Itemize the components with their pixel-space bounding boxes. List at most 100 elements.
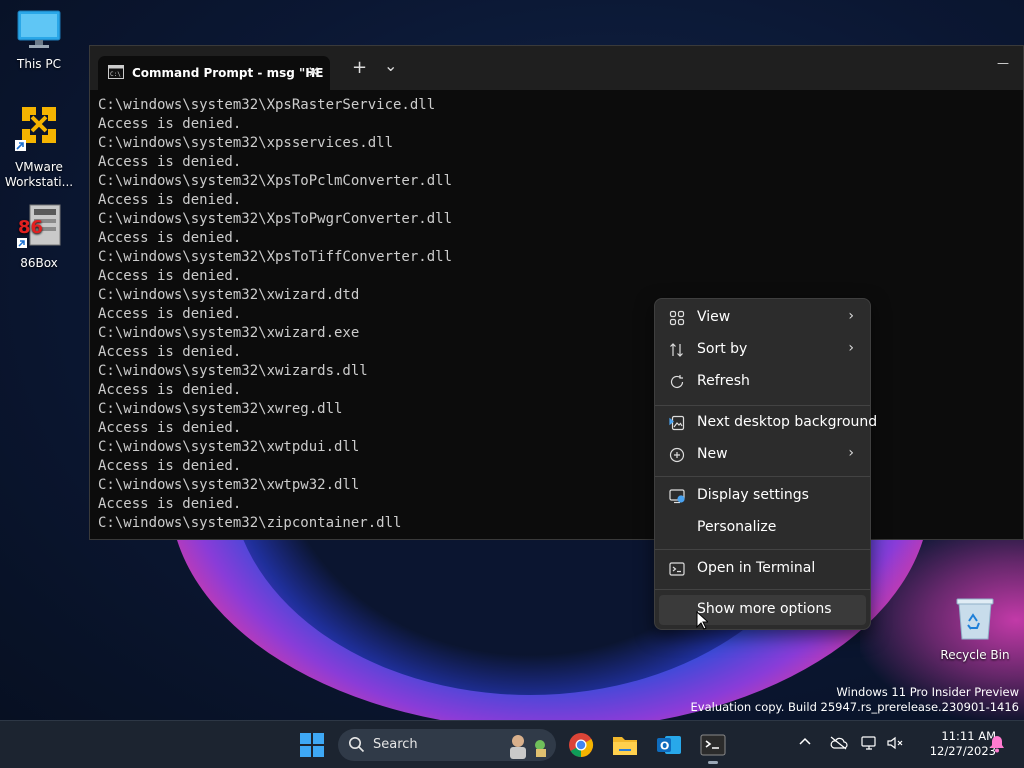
console-line: C:\windows\system32\XpsToTiffConverter.d… xyxy=(98,249,453,265)
chevron-right-icon: › xyxy=(848,340,854,356)
console-line: Access is denied. xyxy=(98,344,242,360)
console-line: C:\windows\system32\xwizard.exe xyxy=(98,325,360,341)
console-line: Access is denied. xyxy=(98,420,242,436)
mouse-cursor-icon xyxy=(696,610,710,634)
menu-separator xyxy=(655,405,870,406)
clock-time: 11:11 AM xyxy=(941,729,996,743)
taskbar-file-explorer-button[interactable] xyxy=(611,731,639,759)
menu-item-new[interactable]: New › xyxy=(659,440,866,470)
volume-muted-icon[interactable] xyxy=(886,735,904,755)
notification-bell-icon[interactable] xyxy=(989,735,1005,757)
console-line: Access is denied. xyxy=(98,116,242,132)
console-line: Access is denied. xyxy=(98,382,242,398)
outlook-icon: O xyxy=(655,736,683,763)
menu-separator xyxy=(655,589,870,590)
search-highlight-illustration-icon xyxy=(506,731,552,763)
svg-text:86: 86 xyxy=(18,217,43,238)
console-line: C:\windows\system32\zipcontainer.dll xyxy=(98,515,402,531)
menu-item-view[interactable]: View › xyxy=(659,303,866,333)
refresh-icon xyxy=(669,374,685,390)
console-line: C:\windows\system32\XpsRasterService.dll xyxy=(98,97,436,113)
chevron-right-icon: › xyxy=(848,308,854,324)
plus-circle-icon xyxy=(669,447,685,463)
minimize-button[interactable]: — xyxy=(997,56,1009,70)
taskbar-clock[interactable]: 11:11 AM 12/27/2023 xyxy=(930,729,996,759)
menu-item-label: View xyxy=(697,309,731,325)
show-hidden-icons-chevron-icon[interactable] xyxy=(798,735,812,753)
menu-item-label: Personalize xyxy=(697,519,777,535)
taskbar: Search O 11:11 AM 12/27/2023 xyxy=(0,720,1024,768)
desktop-icon-this-pc[interactable]: This PC xyxy=(1,10,77,72)
tab-command-prompt[interactable]: C:\ Command Prompt - msg "HE ✕ xyxy=(98,56,330,90)
console-line: Access is denied. xyxy=(98,268,242,284)
menu-item-label: New xyxy=(697,446,728,462)
windows-logo-icon xyxy=(298,733,326,763)
terminal-window[interactable]: C:\ Command Prompt - msg "HE ✕ + ⌄ — C:\… xyxy=(89,45,1024,540)
console-line: C:\windows\system32\xwtpdui.dll xyxy=(98,439,360,455)
tab-title: Command Prompt - msg "HE xyxy=(132,66,324,80)
console-line: Access is denied. xyxy=(98,306,242,322)
desktop-icon-label: Recycle Bin xyxy=(940,648,1010,662)
grid-icon xyxy=(669,310,685,326)
taskbar-outlook-button[interactable]: O xyxy=(655,731,683,759)
watermark-line2: Evaluation copy. Build 25947.rs_prerelea… xyxy=(690,700,1019,714)
new-tab-button[interactable]: + xyxy=(352,57,367,78)
sort-icon xyxy=(669,342,685,358)
console-line: C:\windows\system32\xpsservices.dll xyxy=(98,135,394,151)
search-label: Search xyxy=(373,737,418,752)
search-icon xyxy=(348,736,365,757)
desktop-icon-label: VMware Workstati... xyxy=(4,160,74,189)
desktop-context-menu: View › Sort by › Refresh Next desktop ba… xyxy=(654,298,877,630)
brush-icon xyxy=(669,520,685,536)
menu-item-next-desktop-background[interactable]: Next desktop background xyxy=(659,408,877,438)
tab-close-icon[interactable]: ✕ xyxy=(307,63,320,81)
taskbar-search-box[interactable]: Search xyxy=(338,729,556,761)
menu-item-personalize[interactable]: Personalize xyxy=(659,513,866,543)
console-line: Access is denied. xyxy=(98,230,242,246)
menu-item-refresh[interactable]: Refresh xyxy=(659,367,866,397)
evaluation-watermark: Windows 11 Pro Insider Preview Evaluatio… xyxy=(691,685,1019,715)
menu-item-label: Sort by xyxy=(697,341,748,357)
taskbar-chrome-button[interactable] xyxy=(567,731,595,759)
console-line: Access is denied. xyxy=(98,192,242,208)
desktop-icon-86box[interactable]: 86 86Box xyxy=(1,203,77,271)
network-icon[interactable] xyxy=(860,735,878,755)
terminal-titlebar[interactable]: C:\ Command Prompt - msg "HE ✕ + ⌄ — xyxy=(90,46,1023,90)
menu-item-label: Next desktop background xyxy=(697,414,878,430)
recycle-bin-icon xyxy=(937,597,1013,645)
menu-item-label: Open in Terminal xyxy=(697,560,816,576)
chevron-right-icon: › xyxy=(848,445,854,461)
console-line: C:\windows\system32\XpsToPwgrConverter.d… xyxy=(98,211,453,227)
menu-separator xyxy=(655,476,870,477)
console-line: C:\windows\system32\xwtpw32.dll xyxy=(98,477,360,493)
console-output[interactable]: C:\windows\system32\XpsRasterService.dll… xyxy=(98,96,452,533)
desktop-icon-vmware[interactable]: VMware Workstati... xyxy=(1,103,77,190)
watermark-line1: Windows 11 Pro Insider Preview xyxy=(836,685,1019,699)
console-line: C:\windows\system32\XpsToPclmConverter.d… xyxy=(98,173,453,189)
menu-item-sort-by[interactable]: Sort by › xyxy=(659,335,866,365)
start-button[interactable] xyxy=(298,731,326,759)
menu-item-open-in-terminal[interactable]: Open in Terminal xyxy=(659,554,866,584)
terminal-icon xyxy=(669,561,685,577)
menu-item-label: Display settings xyxy=(697,487,809,503)
menu-item-show-more-options[interactable]: Show more options xyxy=(659,595,866,625)
console-line: C:\windows\system32\xwizards.dll xyxy=(98,363,368,379)
desktop-icon-recycle-bin[interactable]: Recycle Bin xyxy=(937,597,1013,663)
onedrive-icon[interactable] xyxy=(829,735,849,755)
console-line: Access is denied. xyxy=(98,496,242,512)
chrome-icon xyxy=(567,733,595,763)
menu-item-display-settings[interactable]: Display settings xyxy=(659,481,866,511)
vmware-icon xyxy=(1,103,77,157)
desktop-icon-label: 86Box xyxy=(20,256,58,270)
console-line: Access is denied. xyxy=(98,458,242,474)
menu-item-label: Show more options xyxy=(697,601,832,617)
menu-item-label: Refresh xyxy=(697,373,750,389)
cmd-icon: C:\ xyxy=(108,64,124,83)
display-icon xyxy=(669,488,685,504)
svg-text:C:\: C:\ xyxy=(110,71,121,78)
tab-dropdown-icon[interactable]: ⌄ xyxy=(384,56,397,75)
folder-icon xyxy=(611,737,639,763)
console-line: Access is denied. xyxy=(98,154,242,170)
taskbar-terminal-button[interactable] xyxy=(699,731,727,764)
running-indicator xyxy=(708,761,718,764)
